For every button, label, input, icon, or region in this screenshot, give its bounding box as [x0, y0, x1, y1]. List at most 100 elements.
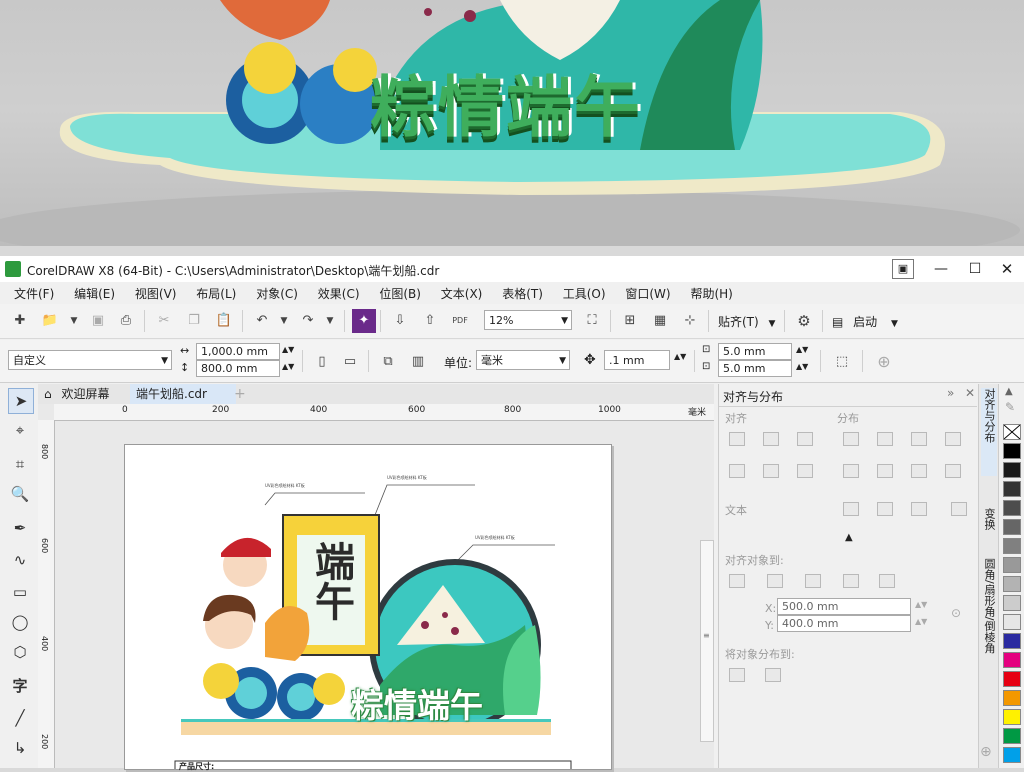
color-swatch[interactable]: [1003, 500, 1021, 516]
open-dropdown-icon[interactable]: ▼: [62, 309, 86, 333]
show-grid-icon[interactable]: ▦: [648, 309, 672, 333]
width-spinner[interactable]: ▲▼: [282, 345, 294, 354]
height-spinner[interactable]: ▲▼: [282, 362, 294, 371]
text-align-last-baseline-icon[interactable]: [877, 502, 893, 516]
collapse-arrow-icon[interactable]: ▲: [845, 532, 853, 543]
document-page[interactable]: UV彩色喷绘材料 KT板 UV彩色喷绘材料 KT板 UV彩色喷绘材料 KT板 端…: [124, 444, 612, 771]
curve-tool-icon[interactable]: ∿: [8, 548, 32, 572]
all-pages-icon[interactable]: ⧉: [376, 350, 400, 374]
menu-help[interactable]: 帮助(H): [682, 282, 740, 302]
crop-tool-icon[interactable]: ⌗: [8, 452, 32, 476]
align-left-icon[interactable]: [729, 432, 745, 446]
color-swatch[interactable]: [1003, 557, 1021, 573]
redo-dropdown-icon[interactable]: ▼: [318, 309, 342, 333]
text-bounding-box-icon[interactable]: [911, 502, 927, 516]
export-icon[interactable]: ⇧: [418, 309, 442, 333]
y-position-field[interactable]: 400.0 mm: [777, 615, 911, 632]
current-page-icon[interactable]: ▥: [406, 350, 430, 374]
zoom-level-field[interactable]: 12% ▼: [484, 310, 572, 330]
gear-icon[interactable]: ⚙: [792, 309, 816, 333]
menu-text[interactable]: 文本(X): [433, 282, 491, 302]
paste-icon[interactable]: 📋: [212, 309, 236, 333]
units-select[interactable]: 毫米 ▼: [476, 350, 570, 370]
new-tab-icon[interactable]: +: [228, 384, 252, 404]
undo-icon[interactable]: ↶: [250, 309, 274, 333]
horizontal-ruler[interactable]: 0 200 400 600 800 1000 毫米: [54, 404, 714, 421]
launch-button[interactable]: ▤ 启动 ▼: [832, 313, 898, 330]
show-guidelines-icon[interactable]: ⊹: [678, 309, 702, 333]
distribute-top-icon[interactable]: [843, 464, 859, 478]
menu-table[interactable]: 表格(T): [494, 282, 551, 302]
active-objects-icon[interactable]: [729, 574, 745, 588]
account-icon[interactable]: ▣: [892, 259, 914, 279]
color-swatch[interactable]: [1003, 481, 1021, 497]
import-icon[interactable]: ⇩: [388, 309, 412, 333]
color-swatch[interactable]: [1003, 576, 1021, 592]
color-swatch[interactable]: [1003, 614, 1021, 630]
color-swatch[interactable]: [1003, 728, 1021, 744]
distribute-selection-icon[interactable]: [729, 668, 745, 682]
color-swatch[interactable]: [1003, 652, 1021, 668]
color-swatch[interactable]: [1003, 443, 1021, 459]
page-width-field[interactable]: 1,000.0 mm: [196, 343, 280, 360]
tab-welcome-screen[interactable]: ⌂ 欢迎屏幕: [38, 384, 132, 404]
tab-transform[interactable]: 变换: [981, 508, 997, 544]
tab-document[interactable]: 端午划船.cdr: [130, 384, 236, 406]
menu-effects[interactable]: 效果(C): [310, 282, 368, 302]
page-edge-icon[interactable]: [767, 574, 783, 588]
menu-tools[interactable]: 工具(O): [555, 282, 614, 302]
menu-layout[interactable]: 布局(L): [188, 282, 244, 302]
minimize-button[interactable]: —: [930, 258, 952, 280]
duplicate-x-field[interactable]: 5.0 mm: [718, 343, 792, 360]
menu-window[interactable]: 窗口(W): [617, 282, 678, 302]
color-swatch[interactable]: [1003, 633, 1021, 649]
distribute-page-icon[interactable]: [765, 668, 781, 682]
copy-icon[interactable]: ❐: [182, 309, 206, 333]
menu-edit[interactable]: 编辑(E): [66, 282, 123, 302]
cut-icon[interactable]: ✂: [152, 309, 176, 333]
distribute-spacing-h-icon[interactable]: [945, 432, 961, 446]
duplicate-y-field[interactable]: 5.0 mm: [718, 360, 792, 377]
x-position-field[interactable]: 500.0 mm: [777, 598, 911, 615]
distribute-right-icon[interactable]: [911, 432, 927, 446]
connector-tool-icon[interactable]: ↳: [8, 736, 32, 760]
vertical-scrollbar[interactable]: ≡: [700, 540, 714, 742]
undo-dropdown-icon[interactable]: ▼: [272, 309, 296, 333]
maximize-button[interactable]: ☐: [964, 258, 986, 280]
distribute-spacing-v-icon[interactable]: [945, 464, 961, 478]
color-swatch[interactable]: [1003, 519, 1021, 535]
menu-bitmaps[interactable]: 位图(B): [371, 282, 429, 302]
color-swatch[interactable]: [1003, 595, 1021, 611]
target-point-icon[interactable]: ⊙: [951, 606, 961, 620]
close-button[interactable]: ✕: [996, 258, 1018, 280]
pen-tool-icon[interactable]: ✒: [8, 516, 32, 540]
search-content-icon[interactable]: ✦: [352, 309, 376, 333]
text-align-first-baseline-icon[interactable]: [843, 502, 859, 516]
align-right-icon[interactable]: [797, 432, 813, 446]
x-spinner[interactable]: ▲▼: [915, 600, 927, 609]
publish-pdf-icon[interactable]: PDF: [448, 309, 472, 333]
portrait-icon[interactable]: ▯: [310, 350, 334, 374]
color-swatch[interactable]: [1003, 709, 1021, 725]
distribute-center-v-icon[interactable]: [877, 464, 893, 478]
page-border-icon[interactable]: ⬚: [830, 350, 854, 374]
grid-icon[interactable]: [843, 574, 859, 588]
polygon-tool-icon[interactable]: ⬡: [8, 640, 32, 664]
tab-fillet-scallop-chamfer[interactable]: 圆角/扇形角/倒棱角: [981, 558, 997, 728]
page-center-icon[interactable]: [805, 574, 821, 588]
ellipse-tool-icon[interactable]: ◯: [8, 610, 32, 634]
tab-align-distribute[interactable]: 对齐与分布: [981, 388, 997, 476]
menu-object[interactable]: 对象(C): [248, 282, 306, 302]
menu-view[interactable]: 视图(V): [127, 282, 185, 302]
align-center-v-icon[interactable]: [763, 464, 779, 478]
full-screen-icon[interactable]: ⛶: [580, 309, 604, 333]
nudge-distance-field[interactable]: .1 mm: [604, 350, 670, 370]
pick-tool-icon[interactable]: ➤: [8, 388, 34, 414]
distribute-bottom-icon[interactable]: [911, 464, 927, 478]
distribute-left-icon[interactable]: [843, 432, 859, 446]
open-folder-icon[interactable]: 📁: [38, 309, 62, 333]
eyedropper-icon[interactable]: ✎: [1005, 400, 1015, 414]
color-swatch[interactable]: [1003, 690, 1021, 706]
duplicate-y-spinner[interactable]: ▲▼: [796, 362, 808, 371]
add-icon[interactable]: ⊕: [872, 350, 896, 374]
